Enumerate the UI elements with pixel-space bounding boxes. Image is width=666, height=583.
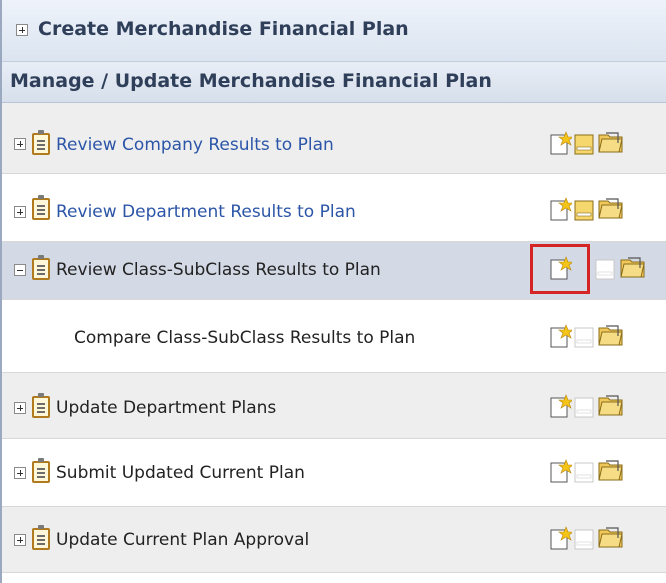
- task-clipboard-icon: [32, 195, 50, 220]
- expand-icon[interactable]: [14, 467, 26, 479]
- open-folder-icon[interactable]: [598, 526, 624, 548]
- expand-icon[interactable]: [14, 534, 26, 546]
- task-clipboard-icon: [32, 255, 50, 280]
- open-workbook-icon-disabled: [574, 397, 594, 418]
- open-folder-icon[interactable]: [620, 256, 646, 278]
- open-workbook-icon-disabled: [574, 462, 594, 483]
- task-label[interactable]: Update Current Plan Approval: [56, 530, 309, 550]
- task-row: Review Company Results to Plan: [2, 103, 666, 174]
- task-row-child: Compare Class-SubClass Results to Plan: [2, 300, 666, 373]
- task-clipboard-icon: [32, 130, 50, 155]
- expand-icon[interactable]: [14, 402, 26, 414]
- open-workbook-icon-disabled: [574, 529, 594, 550]
- task-clipboard-icon: [32, 458, 50, 483]
- task-link[interactable]: Review Company Results to Plan: [56, 135, 334, 155]
- section-create-title[interactable]: Create Merchandise Financial Plan: [38, 18, 409, 40]
- open-workbook-icon-disabled: [595, 259, 615, 280]
- task-row: Update Current Plan Approval: [2, 507, 666, 573]
- task-label[interactable]: Submit Updated Current Plan: [56, 463, 305, 483]
- task-row: Submit Updated Current Plan: [2, 439, 666, 507]
- new-workbook-icon[interactable]: [550, 197, 572, 221]
- new-workbook-icon[interactable]: [550, 394, 572, 418]
- new-workbook-icon[interactable]: [550, 131, 572, 155]
- section-manage-title: Manage / Update Merchandise Financial Pl…: [10, 70, 492, 92]
- open-workbook-icon[interactable]: [574, 199, 596, 221]
- section-manage-header: Manage / Update Merchandise Financial Pl…: [2, 62, 666, 103]
- open-folder-icon[interactable]: [598, 131, 624, 153]
- open-folder-icon[interactable]: [598, 394, 624, 416]
- task-clipboard-icon: [32, 393, 50, 418]
- task-label[interactable]: Review Class-SubClass Results to Plan: [56, 260, 381, 280]
- task-list-panel: Create Merchandise Financial Plan Manage…: [0, 0, 666, 583]
- task-clipboard-icon: [32, 525, 50, 550]
- expand-icon[interactable]: [14, 138, 26, 150]
- task-link[interactable]: Review Department Results to Plan: [56, 202, 356, 222]
- section-create-header[interactable]: Create Merchandise Financial Plan: [2, 0, 666, 62]
- task-label[interactable]: Compare Class-SubClass Results to Plan: [74, 328, 415, 348]
- new-workbook-icon[interactable]: [550, 459, 572, 483]
- expand-icon[interactable]: [14, 206, 26, 218]
- task-label[interactable]: Update Department Plans: [56, 398, 276, 418]
- new-workbook-icon[interactable]: [550, 324, 572, 348]
- expand-icon[interactable]: [16, 24, 28, 36]
- new-workbook-icon[interactable]: [550, 526, 572, 550]
- collapse-icon[interactable]: [14, 264, 26, 276]
- open-folder-icon[interactable]: [598, 197, 624, 219]
- task-row: Update Department Plans: [2, 373, 666, 439]
- task-row: Review Department Results to Plan: [2, 174, 666, 242]
- open-folder-icon[interactable]: [598, 324, 624, 346]
- highlight-box: [530, 244, 590, 294]
- open-workbook-icon-disabled: [574, 327, 594, 348]
- open-folder-icon[interactable]: [598, 459, 624, 481]
- open-workbook-icon[interactable]: [574, 133, 596, 155]
